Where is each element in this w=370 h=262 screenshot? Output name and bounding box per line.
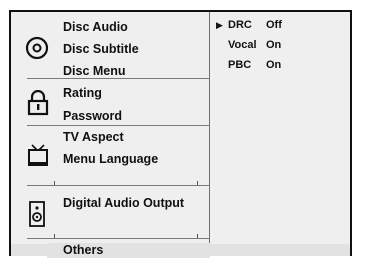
settings-menu-panel: Disc Audio Disc Subtitle Disc Menu Ratin…: [9, 10, 352, 258]
selection-arrow-icon: ▶: [216, 20, 223, 30]
divider-tick: [54, 234, 55, 238]
setting-label: Vocal: [228, 39, 257, 51]
menu-item-others[interactable]: Others: [47, 243, 210, 258]
menu-category-list: Disc Audio Disc Subtitle Disc Menu Ratin…: [11, 12, 210, 244]
menu-item-disc-audio[interactable]: Disc Audio: [63, 20, 128, 34]
setting-label: DRC: [228, 19, 252, 31]
setting-label: PBC: [228, 59, 252, 71]
divider-tick: [197, 234, 198, 238]
setting-drc-value[interactable]: Off: [266, 19, 282, 32]
divider-tick: [54, 181, 55, 185]
group-divider: [27, 78, 210, 79]
setting-pbc-value[interactable]: On: [266, 59, 281, 72]
menu-item-rating[interactable]: Rating: [63, 86, 102, 100]
setting-vocal[interactable]: Vocal: [228, 39, 257, 52]
group-divider: [27, 238, 210, 239]
setting-drc[interactable]: DRC: [228, 19, 252, 32]
disc-icon: [25, 36, 49, 65]
menu-item-tv-aspect[interactable]: TV Aspect: [63, 130, 124, 144]
group-divider: [27, 125, 210, 126]
setting-vocal-value[interactable]: On: [266, 39, 281, 52]
setting-pbc[interactable]: PBC: [228, 59, 251, 72]
group-divider: [27, 185, 210, 186]
tv-icon: [27, 144, 49, 171]
menu-item-disc-menu[interactable]: Disc Menu: [63, 64, 126, 78]
menu-item-digital-audio-output[interactable]: Digital Audio Output: [63, 196, 184, 210]
settings-detail-pane: ▶ DRC Off Vocal On PBC On: [210, 12, 350, 244]
divider-tick: [197, 181, 198, 185]
menu-item-disc-subtitle[interactable]: Disc Subtitle: [63, 42, 139, 56]
menu-item-password[interactable]: Password: [63, 109, 122, 123]
menu-item-menu-language[interactable]: Menu Language: [63, 152, 158, 166]
lock-icon: [27, 89, 49, 121]
speaker-icon: [29, 201, 45, 232]
